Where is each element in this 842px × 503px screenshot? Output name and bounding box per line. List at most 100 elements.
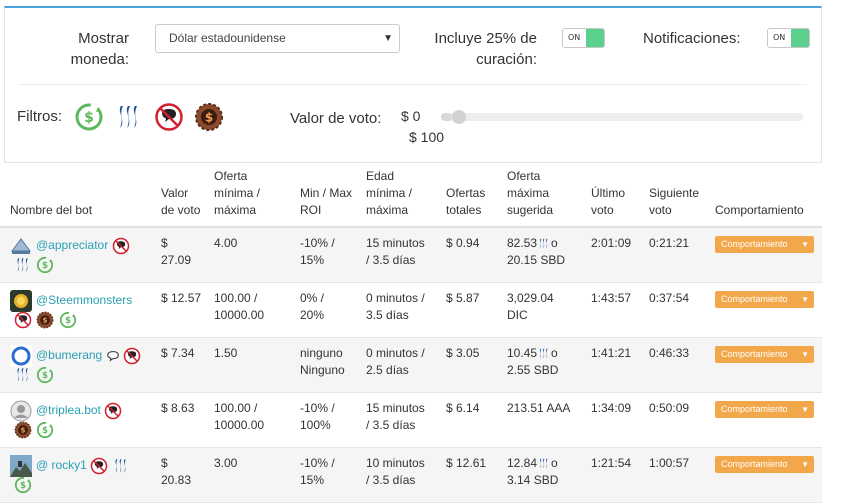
roi-min-cell: ninguno bbox=[300, 346, 343, 360]
next-vote-cell: 0:21:21 bbox=[649, 236, 690, 250]
steem-icon bbox=[537, 237, 551, 250]
bid-min-cell: 100.00 / bbox=[214, 291, 258, 305]
chevron-down-icon: ▼ bbox=[383, 33, 393, 44]
behavior-dropdown-button[interactable]: Comportamiento ▼ bbox=[715, 401, 814, 418]
steem-icon bbox=[537, 457, 551, 470]
bid-min-cell: 100.00 / bbox=[214, 401, 258, 415]
roi-min-cell: -10% / bbox=[300, 236, 335, 250]
header-min-max-bid[interactable]: Oferta mínima / máxima bbox=[214, 168, 274, 219]
chevron-down-icon: ▼ bbox=[801, 460, 809, 469]
notifications-toggle-text: ON bbox=[773, 33, 786, 42]
bot-name-link[interactable]: @triplea.bot bbox=[36, 403, 101, 417]
toggle-knob bbox=[586, 29, 604, 47]
vote-value-cell: $ 27.09 bbox=[161, 236, 192, 267]
suggested-bid-steem: 12.84 bbox=[507, 456, 538, 470]
notifications-toggle[interactable]: ON bbox=[767, 28, 810, 48]
behavior-dropdown-button[interactable]: Comportamiento ▼ bbox=[715, 456, 814, 473]
behavior-button-label: Comportamiento bbox=[721, 404, 788, 414]
steem-filter-icon[interactable] bbox=[114, 102, 144, 132]
vote-slider-track[interactable] bbox=[441, 113, 803, 121]
vote-value-cell: $ 7.34 bbox=[161, 346, 195, 360]
header-min-max-age[interactable]: Edad mínima / máxima bbox=[366, 168, 436, 219]
age-min-cell: 15 minutos bbox=[366, 236, 425, 250]
vote-value-cell: $ 20.83 bbox=[161, 456, 192, 487]
currency-select[interactable]: Dólar estadounidense ▼ bbox=[155, 24, 400, 53]
no-comments-icon bbox=[14, 311, 32, 329]
header-bot-name[interactable]: Nombre del bot bbox=[10, 202, 92, 219]
table-row: @appreciator $ 27.09 4.00 -10% / 15% 15 … bbox=[0, 228, 822, 283]
curation-toggle-text: ON bbox=[568, 33, 581, 42]
suggested-bid-connector: o bbox=[551, 346, 558, 360]
default-user-avatar-icon bbox=[10, 400, 32, 422]
total-bids-cell: $ 12.61 bbox=[446, 456, 487, 470]
table-row: @Steemmonsters $ 12.57 100.00 / 10000.00… bbox=[0, 283, 822, 338]
bid-refund-filter-icon[interactable] bbox=[194, 102, 224, 132]
toggle-knob bbox=[791, 29, 809, 47]
age-min-cell: 15 minutos bbox=[366, 401, 425, 415]
table-row: @ rocky1 $ 20.83 3.00 -10% / 15% 10 minu… bbox=[0, 448, 822, 503]
no-comments-icon bbox=[90, 457, 108, 475]
sbd-icon bbox=[36, 366, 54, 384]
bid-max-cell: 10000.00 bbox=[214, 418, 265, 432]
chevron-down-icon: ▼ bbox=[801, 240, 809, 249]
bid-min-cell: 3.00 bbox=[214, 456, 238, 470]
bid-max-cell: 10000.00 bbox=[214, 308, 265, 322]
suggested-bid-connector: o bbox=[551, 236, 558, 250]
no-comments-filter-icon[interactable] bbox=[154, 102, 184, 132]
suggested-bid-steem: 10.45 bbox=[507, 346, 538, 360]
age-max-cell: / 3.5 días bbox=[366, 418, 416, 432]
roi-min-cell: -10% / bbox=[300, 401, 335, 415]
total-bids-cell: $ 6.14 bbox=[446, 401, 480, 415]
steem-icon bbox=[14, 366, 32, 384]
settings-panel: Mostrar moneda: Dólar estadounidense ▼ I… bbox=[4, 6, 822, 163]
age-max-cell: 2.5 días bbox=[366, 363, 409, 377]
filters-label: Filtros: bbox=[17, 108, 62, 125]
table-header: Nombre del bot Valor de voto Oferta míni… bbox=[0, 164, 822, 228]
vote-slider-handle[interactable] bbox=[452, 110, 466, 124]
bot-name-link[interactable]: @bumerang bbox=[36, 348, 102, 362]
suggested-bid-sbd: 2.55 SBD bbox=[507, 363, 559, 377]
header-min-max-roi[interactable]: Min / Max ROI bbox=[300, 185, 355, 219]
behavior-dropdown-button[interactable]: Comportamiento ▼ bbox=[715, 236, 814, 253]
roi-max-cell: 15% bbox=[300, 473, 325, 487]
no-comments-icon bbox=[123, 347, 141, 365]
last-vote-cell: 1:43:57 bbox=[591, 291, 632, 305]
notifications-label: Notificaciones: bbox=[643, 30, 741, 47]
sbd-icon bbox=[36, 256, 54, 274]
chevron-down-icon: ▼ bbox=[801, 295, 809, 304]
header-vote-value[interactable]: Valor de voto bbox=[161, 185, 201, 219]
roi-max-cell: 15% bbox=[300, 253, 325, 267]
currency-select-value: Dólar estadounidense bbox=[169, 31, 286, 45]
header-next-vote[interactable]: Siguiente voto bbox=[649, 185, 709, 219]
vote-value-cell: $ 8.63 bbox=[161, 401, 195, 415]
behavior-dropdown-button[interactable]: Comportamiento ▼ bbox=[715, 346, 814, 363]
bot-name-link[interactable]: @ rocky1 bbox=[36, 458, 87, 472]
header-last-vote[interactable]: Último voto bbox=[591, 185, 631, 219]
header-total-bids[interactable]: Ofertas totales bbox=[446, 185, 496, 219]
behavior-button-label: Comportamiento bbox=[721, 239, 788, 249]
steemmonsters-avatar-icon bbox=[10, 290, 32, 312]
curation-toggle[interactable]: ON bbox=[562, 28, 605, 48]
suggested-bid-sbd: 3.14 SBD bbox=[507, 473, 559, 487]
table-row: @bumerang $ 7.34 1.50 ninguno Ninguno 0 … bbox=[0, 338, 822, 393]
last-vote-cell: 1:34:09 bbox=[591, 401, 632, 415]
suggested-bid-steem: 3,029.04 bbox=[507, 291, 554, 305]
next-vote-cell: 0:46:33 bbox=[649, 346, 690, 360]
bumerang-avatar-icon bbox=[10, 345, 32, 367]
comment-icon bbox=[106, 349, 120, 363]
steem-icon bbox=[14, 256, 32, 274]
behavior-button-label: Comportamiento bbox=[721, 459, 788, 469]
next-vote-cell: 0:50:09 bbox=[649, 401, 690, 415]
sbd-filter-icon[interactable] bbox=[74, 102, 104, 132]
bot-name-link[interactable]: @Steemmonsters bbox=[36, 292, 132, 309]
suggested-bid-sbd: DIC bbox=[507, 308, 528, 322]
vote-slider-fill bbox=[441, 113, 452, 121]
behavior-dropdown-button[interactable]: Comportamiento ▼ bbox=[715, 291, 814, 308]
header-behavior[interactable]: Comportamiento bbox=[715, 202, 804, 219]
sbd-icon bbox=[59, 311, 77, 329]
currency-label: Mostrar moneda: bbox=[70, 30, 129, 68]
header-max-suggested-bid[interactable]: Oferta máxima sugerida bbox=[507, 168, 572, 219]
rocky1-avatar-icon bbox=[10, 455, 32, 477]
bot-name-link[interactable]: @appreciator bbox=[36, 238, 108, 252]
bid-min-cell: 1.50 bbox=[214, 346, 238, 360]
